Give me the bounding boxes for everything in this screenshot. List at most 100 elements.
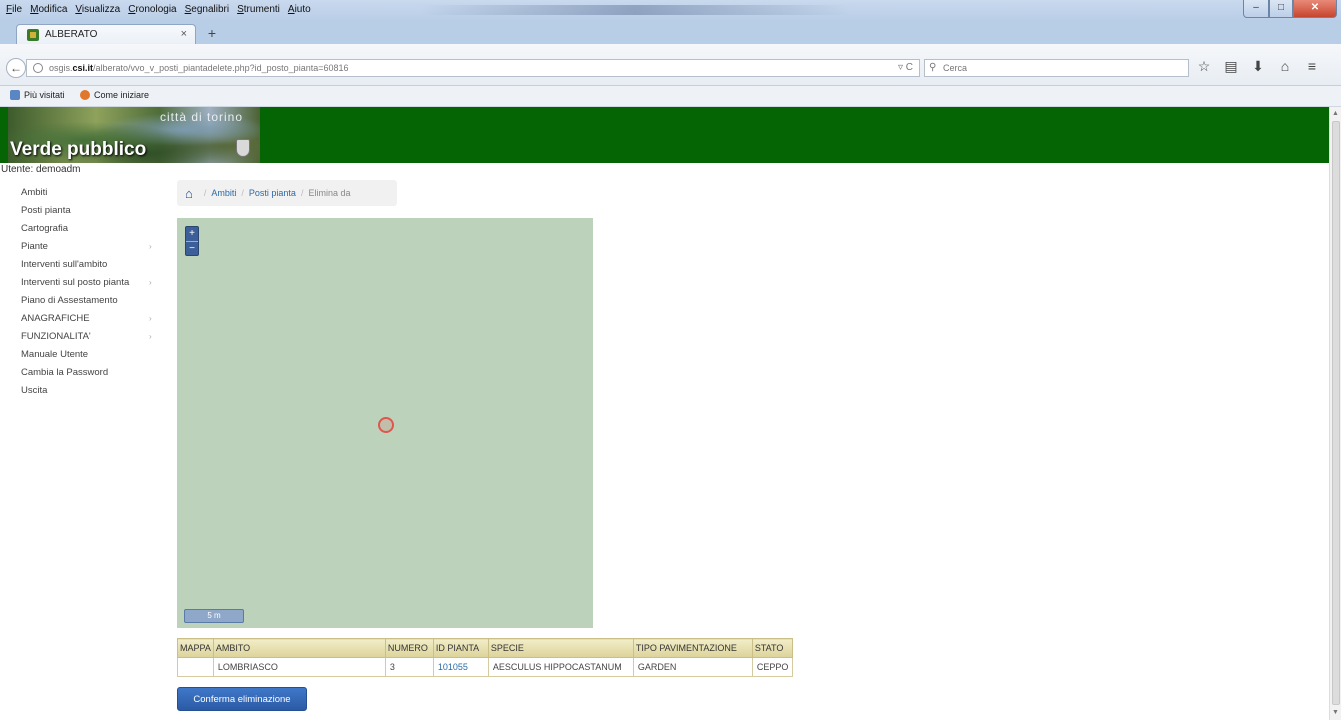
page-scrollbar[interactable]: ▲ ▼ xyxy=(1329,107,1341,720)
search-box[interactable]: ⚲ xyxy=(924,59,1189,77)
zoom-in-button[interactable]: + xyxy=(186,227,198,241)
column-header: NUMERO xyxy=(384,638,434,658)
bookmarks-list-icon[interactable]: ▤ xyxy=(1223,58,1239,75)
sidebar-item-funzionalita[interactable]: FUNZIONALITA' › xyxy=(21,328,171,346)
close-window-icon[interactable]: ✕ xyxy=(1293,0,1337,18)
tab-close-icon[interactable]: × xyxy=(181,28,187,40)
bookmark-most-visited[interactable]: Più visitati xyxy=(10,90,65,100)
sidebar-item-cartografia[interactable]: Cartografia xyxy=(21,220,171,238)
sidebar-item-label: Ambiti xyxy=(21,187,48,198)
toolbar-icons: ☆ ▤ ⬇ ⌂ ≡ xyxy=(1196,58,1320,75)
hamburger-menu-icon[interactable]: ≡ xyxy=(1304,58,1320,75)
search-icon: ⚲ xyxy=(929,62,937,73)
download-icon[interactable]: ⬇ xyxy=(1250,58,1266,75)
sidebar-item-ambiti[interactable]: Ambiti xyxy=(21,184,171,202)
chevron-right-icon: › xyxy=(149,314,152,323)
sidebar-item-piante[interactable]: Piante › xyxy=(21,238,171,256)
scale-bar: 5 m xyxy=(184,609,244,623)
sidebar-item-label: Interventi sull'ambito xyxy=(21,259,108,270)
cell-stato: CEPPO xyxy=(751,657,794,677)
sidebar-item-anagrafiche[interactable]: ANAGRAFICHE › xyxy=(21,310,171,328)
user-label: Utente: demoadm xyxy=(1,164,81,175)
menu-list: File Modifica Visualizza Cronologia Segn… xyxy=(6,4,311,15)
browser-menubar: File Modifica Visualizza Cronologia Segn… xyxy=(0,0,1341,22)
zoom-control: + − xyxy=(185,226,199,256)
header-banner: città di torino Verde pubblico xyxy=(0,107,1329,163)
column-header: TIPO PAVIMENTAZIONE xyxy=(632,638,753,658)
tab-strip: ALBERATO × + xyxy=(0,22,1341,62)
sidebar-item-posti-pianta[interactable]: Posti pianta xyxy=(21,202,171,220)
folder-icon xyxy=(10,90,20,100)
reload-icon[interactable]: ▿ C xyxy=(898,62,913,73)
cell-ambito: LOMBRIASCO xyxy=(212,657,386,677)
sidebar-item-uscita[interactable]: Uscita xyxy=(21,382,171,400)
column-header: AMBITO xyxy=(212,638,386,658)
menu-modifica[interactable]: Modifica xyxy=(30,4,67,15)
scroll-up-icon[interactable]: ▲ xyxy=(1332,110,1339,117)
zoom-out-button[interactable]: − xyxy=(186,241,198,255)
sidebar-item-label: Interventi sul posto pianta xyxy=(21,277,130,288)
new-tab-icon[interactable]: + xyxy=(204,25,220,41)
sidebar-item-manuale[interactable]: Manuale Utente xyxy=(21,346,171,364)
column-header: ID PIANTA xyxy=(432,638,489,658)
web-page: città di torino Verde pubblico Utente: d… xyxy=(0,107,1329,720)
bookmark-getting-started[interactable]: Come iniziare xyxy=(80,90,149,100)
cell-id-pianta: 101055 xyxy=(432,657,489,677)
menu-file[interactable]: File xyxy=(6,4,22,15)
browser-navbar: ← osgis.csi.it/alberato/vvo_v_posti_pian… xyxy=(0,44,1341,86)
sidebar-item-label: ANAGRAFICHE xyxy=(21,313,90,324)
minimize-icon[interactable]: – xyxy=(1243,0,1269,18)
tree-details-table: MAPPA AMBITO NUMERO ID PIANTA SPECIE TIP… xyxy=(177,638,794,677)
sidebar-item-label: Posti pianta xyxy=(21,205,71,216)
sidebar-item-label: Cartografia xyxy=(21,223,68,234)
tree-location-marker[interactable] xyxy=(378,417,394,433)
sidebar-item-interventi-ambito[interactable]: Interventi sull'ambito xyxy=(21,256,171,274)
address-bar[interactable]: osgis.csi.it/alberato/vvo_v_posti_pianta… xyxy=(26,59,920,77)
menu-cronologia[interactable]: Cronologia xyxy=(128,4,176,15)
site-title: Verde pubblico xyxy=(10,139,147,160)
confirm-delete-button[interactable]: Conferma eliminazione xyxy=(177,687,307,711)
bookmarks-bar: Più visitati Come iniziare xyxy=(0,86,1341,107)
tab-title: ALBERATO xyxy=(45,29,98,40)
favicon-icon xyxy=(27,29,39,41)
menu-segnalibri[interactable]: Segnalibri xyxy=(185,4,229,15)
sidebar-item-piano-assestamento[interactable]: Piano di Assestamento xyxy=(21,292,171,310)
sidebar-item-label: FUNZIONALITA' xyxy=(21,331,91,342)
breadcrumb-separator: / xyxy=(241,188,244,198)
maximize-icon[interactable]: □ xyxy=(1269,0,1293,18)
bookmark-star-icon[interactable]: ☆ xyxy=(1196,58,1212,75)
column-header: SPECIE xyxy=(487,638,634,658)
sidebar-menu: Ambiti Posti pianta Cartografia Piante › … xyxy=(21,184,171,400)
home-icon[interactable]: ⌂ xyxy=(1277,58,1293,75)
back-arrow-icon[interactable]: ← xyxy=(6,58,26,78)
scroll-down-icon[interactable]: ▼ xyxy=(1332,709,1339,716)
sidebar-item-label: Manuale Utente xyxy=(21,349,89,360)
menu-visualizza[interactable]: Visualizza xyxy=(75,4,120,15)
breadcrumb-ambiti[interactable]: Ambiti xyxy=(211,188,236,198)
sidebar-item-interventi-posto[interactable]: Interventi sul posto pianta › xyxy=(21,274,171,292)
breadcrumb-posti-pianta[interactable]: Posti pianta xyxy=(249,188,296,198)
tab-alberato[interactable]: ALBERATO × xyxy=(16,24,196,45)
menu-aiuto[interactable]: Aiuto xyxy=(288,4,311,15)
firefox-icon xyxy=(80,90,90,100)
banner-logo-image: città di torino Verde pubblico xyxy=(8,107,260,163)
scrollbar-thumb[interactable] xyxy=(1332,121,1340,705)
url-text: osgis.csi.it/alberato/vvo_v_posti_pianta… xyxy=(49,63,349,73)
cell-mappa xyxy=(177,657,214,677)
breadcrumb-current: Elimina da xyxy=(308,188,351,198)
cell-numero: 3 xyxy=(384,657,434,677)
bookmark-label: Come iniziare xyxy=(94,90,150,100)
turin-crest-icon xyxy=(236,139,250,157)
map-view[interactable]: + − 5 m xyxy=(177,218,593,628)
sidebar-item-password[interactable]: Cambia la Password xyxy=(21,364,171,382)
breadcrumb-separator: / xyxy=(203,188,207,198)
home-icon[interactable]: ⌂ xyxy=(185,186,193,201)
globe-icon xyxy=(33,63,43,73)
column-header: STATO xyxy=(751,638,794,658)
search-input[interactable] xyxy=(943,61,1183,75)
sidebar-item-label: Uscita xyxy=(21,385,48,396)
menu-strumenti[interactable]: Strumenti xyxy=(237,4,280,15)
chevron-right-icon: › xyxy=(149,242,152,251)
id-pianta-link[interactable]: 101055 xyxy=(438,662,468,672)
breadcrumb: ⌂ / Ambiti / Posti pianta / Elimina da xyxy=(177,180,397,206)
